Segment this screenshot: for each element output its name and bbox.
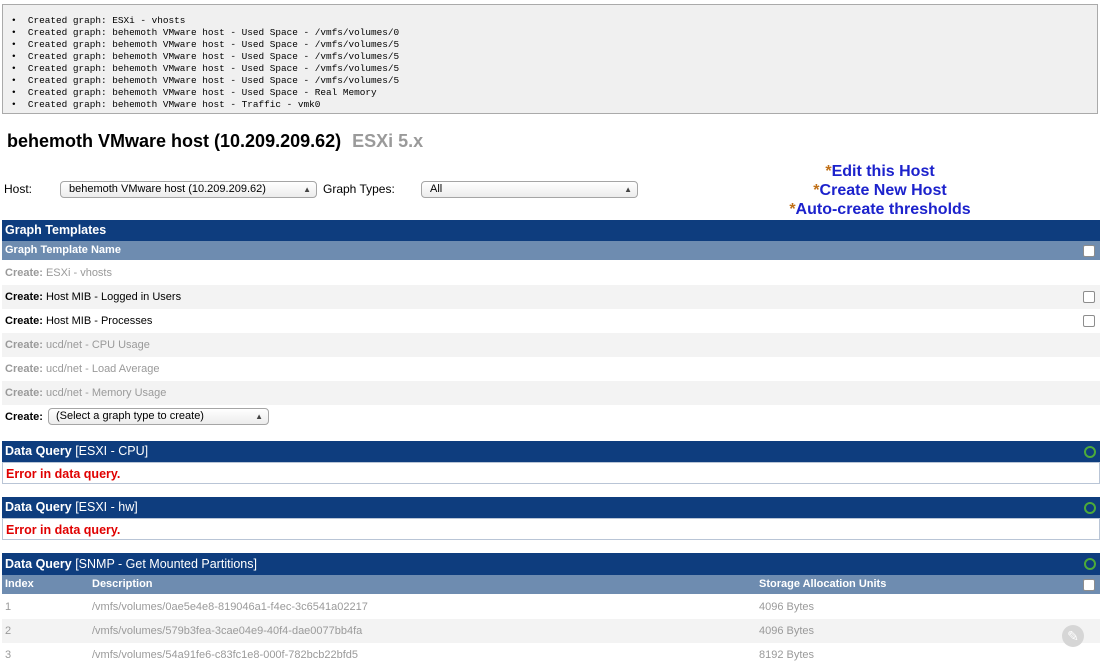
select-arrows-icon: ▲ bbox=[303, 185, 311, 194]
host-select[interactable]: behemoth VMware host (10.209.209.62) ▲ bbox=[60, 181, 317, 198]
created-graphs-log: • Created graph: ESXi - vhosts • Created… bbox=[2, 4, 1098, 114]
data-query-header: Data Query [SNMP - Get Mounted Partition… bbox=[2, 553, 1100, 575]
create-label: Create: bbox=[5, 267, 43, 279]
data-query-header: Data Query [ESXI - hw] bbox=[2, 497, 1100, 518]
log-line: • Created graph: behemoth VMware host - … bbox=[11, 63, 400, 74]
graph-types-select-value: All bbox=[430, 183, 443, 195]
host-title: behemoth VMware host (10.209.209.62) bbox=[7, 131, 342, 151]
create-new-host-link[interactable]: Create New Host bbox=[820, 182, 947, 199]
log-line: • Created graph: behemoth VMware host - … bbox=[11, 51, 400, 62]
data-query-name: [ESXI - hw] bbox=[75, 500, 138, 514]
data-query-header: Data Query [ESXI - CPU] bbox=[2, 441, 1100, 462]
graph-template-name: ucd/net - Memory Usage bbox=[45, 387, 167, 399]
create-label: Create: bbox=[5, 339, 43, 351]
partition-description: /vmfs/volumes/579b3fea-3cae04e9-40f4-dae… bbox=[92, 625, 363, 637]
host-label: Host: bbox=[4, 182, 33, 196]
graph-type-to-create-select[interactable]: (Select a graph type to create) ▲ bbox=[48, 408, 269, 425]
create-label: Create: bbox=[5, 363, 43, 375]
graph-template-checkbox[interactable] bbox=[1083, 315, 1095, 327]
graph-template-name: ucd/net - Load Average bbox=[45, 363, 160, 375]
host-actions: *Edit this Host *Create New Host *Auto-c… bbox=[740, 162, 1020, 219]
log-line: • Created graph: behemoth VMware host - … bbox=[11, 87, 377, 98]
reload-query-icon[interactable] bbox=[1084, 502, 1096, 514]
create-label: Create: bbox=[5, 411, 43, 423]
graph-type-select-value: (Select a graph type to create) bbox=[56, 410, 204, 422]
data-query-error: Error in data query. bbox=[2, 518, 1100, 540]
select-arrows-icon: ▲ bbox=[255, 412, 263, 421]
host-template-subtitle: ESXi 5.x bbox=[352, 131, 424, 151]
select-all-checkbox[interactable] bbox=[1083, 245, 1095, 257]
graph-templates-column-header: Graph Template Name bbox=[2, 241, 1100, 260]
edit-host-link[interactable]: Edit this Host bbox=[832, 163, 935, 180]
description-column-header[interactable]: Description bbox=[92, 575, 153, 594]
data-query-label: Data Query bbox=[5, 500, 72, 514]
partition-units: 4096 Bytes bbox=[759, 625, 815, 637]
create-label: Create: bbox=[5, 291, 43, 303]
index-column-header[interactable]: Index bbox=[5, 575, 34, 594]
log-line: • Created graph: behemoth VMware host - … bbox=[11, 27, 400, 38]
partition-units: 8192 Bytes bbox=[759, 649, 815, 661]
storage-units-column-header[interactable]: Storage Allocation Units bbox=[759, 575, 886, 594]
create-label: Create: bbox=[5, 387, 43, 399]
graph-template-name: ESXi - vhosts bbox=[45, 267, 112, 279]
reload-query-icon[interactable] bbox=[1084, 446, 1096, 458]
partition-description: /vmfs/volumes/0ae5e4e8-819046a1-f4ec-3c6… bbox=[92, 601, 368, 613]
graph-template-name-column: Graph Template Name bbox=[5, 244, 121, 256]
graph-template-row: Create: ucd/net - Memory Usage bbox=[2, 381, 1100, 405]
graph-types-label: Graph Types: bbox=[323, 182, 395, 196]
graph-template-name: Host MIB - Processes bbox=[45, 315, 153, 327]
data-query-error: Error in data query. bbox=[2, 462, 1100, 484]
log-line: • Created graph: behemoth VMware host - … bbox=[11, 99, 321, 110]
data-query-label: Data Query bbox=[5, 557, 72, 571]
graph-types-select[interactable]: All ▲ bbox=[421, 181, 638, 198]
log-line: • Created graph: behemoth VMware host - … bbox=[11, 75, 400, 86]
partition-index: 1 bbox=[5, 601, 12, 613]
table-row[interactable]: 2 /vmfs/volumes/579b3fea-3cae04e9-40f4-d… bbox=[2, 619, 1100, 643]
host-select-value: behemoth VMware host (10.209.209.62) bbox=[69, 183, 266, 195]
partition-units: 4096 Bytes bbox=[759, 601, 815, 613]
data-query-label: Data Query bbox=[5, 444, 72, 458]
log-line: • Created graph: ESXi - vhosts bbox=[11, 15, 186, 26]
reload-query-icon[interactable] bbox=[1084, 558, 1096, 570]
data-query-name: [SNMP - Get Mounted Partitions] bbox=[75, 557, 257, 571]
partition-description: /vmfs/volumes/54a91fe6-c83fc1e8-000f-782… bbox=[92, 649, 359, 661]
graph-template-checkbox[interactable] bbox=[1083, 291, 1095, 303]
graph-template-row: Create: ESXi - vhosts bbox=[2, 261, 1100, 285]
page-title: behemoth VMware host (10.209.209.62) ESX… bbox=[7, 131, 423, 152]
graph-template-name: Host MIB - Logged in Users bbox=[45, 291, 182, 303]
partitions-column-header: Index Description Storage Allocation Uni… bbox=[2, 575, 1100, 594]
graph-templates-header: Graph Templates bbox=[2, 220, 1100, 241]
table-row[interactable]: 3 /vmfs/volumes/54a91fe6-c83fc1e8-000f-7… bbox=[2, 643, 1100, 667]
data-query-name: [ESXI - CPU] bbox=[75, 444, 149, 458]
partition-index: 2 bbox=[5, 625, 12, 637]
graph-template-name: ucd/net - CPU Usage bbox=[45, 339, 150, 351]
partition-index: 3 bbox=[5, 649, 12, 661]
log-line: • Created graph: behemoth VMware host - … bbox=[11, 39, 400, 50]
table-row[interactable]: 1 /vmfs/volumes/0ae5e4e8-819046a1-f4ec-3… bbox=[2, 595, 1100, 619]
select-arrows-icon: ▲ bbox=[624, 185, 632, 194]
graph-template-row: Create: Host MIB - Logged in Users bbox=[2, 285, 1100, 309]
graph-template-row: Create: ucd/net - Load Average bbox=[2, 357, 1100, 381]
graph-template-row: Create: ucd/net - CPU Usage bbox=[2, 333, 1100, 357]
pencil-icon: ✎ bbox=[1062, 625, 1084, 647]
select-all-checkbox[interactable] bbox=[1083, 579, 1095, 591]
create-label: Create: bbox=[5, 315, 43, 327]
graph-template-row: Create: Host MIB - Processes bbox=[2, 309, 1100, 333]
auto-create-thresholds-link[interactable]: Auto-create thresholds bbox=[796, 201, 971, 218]
